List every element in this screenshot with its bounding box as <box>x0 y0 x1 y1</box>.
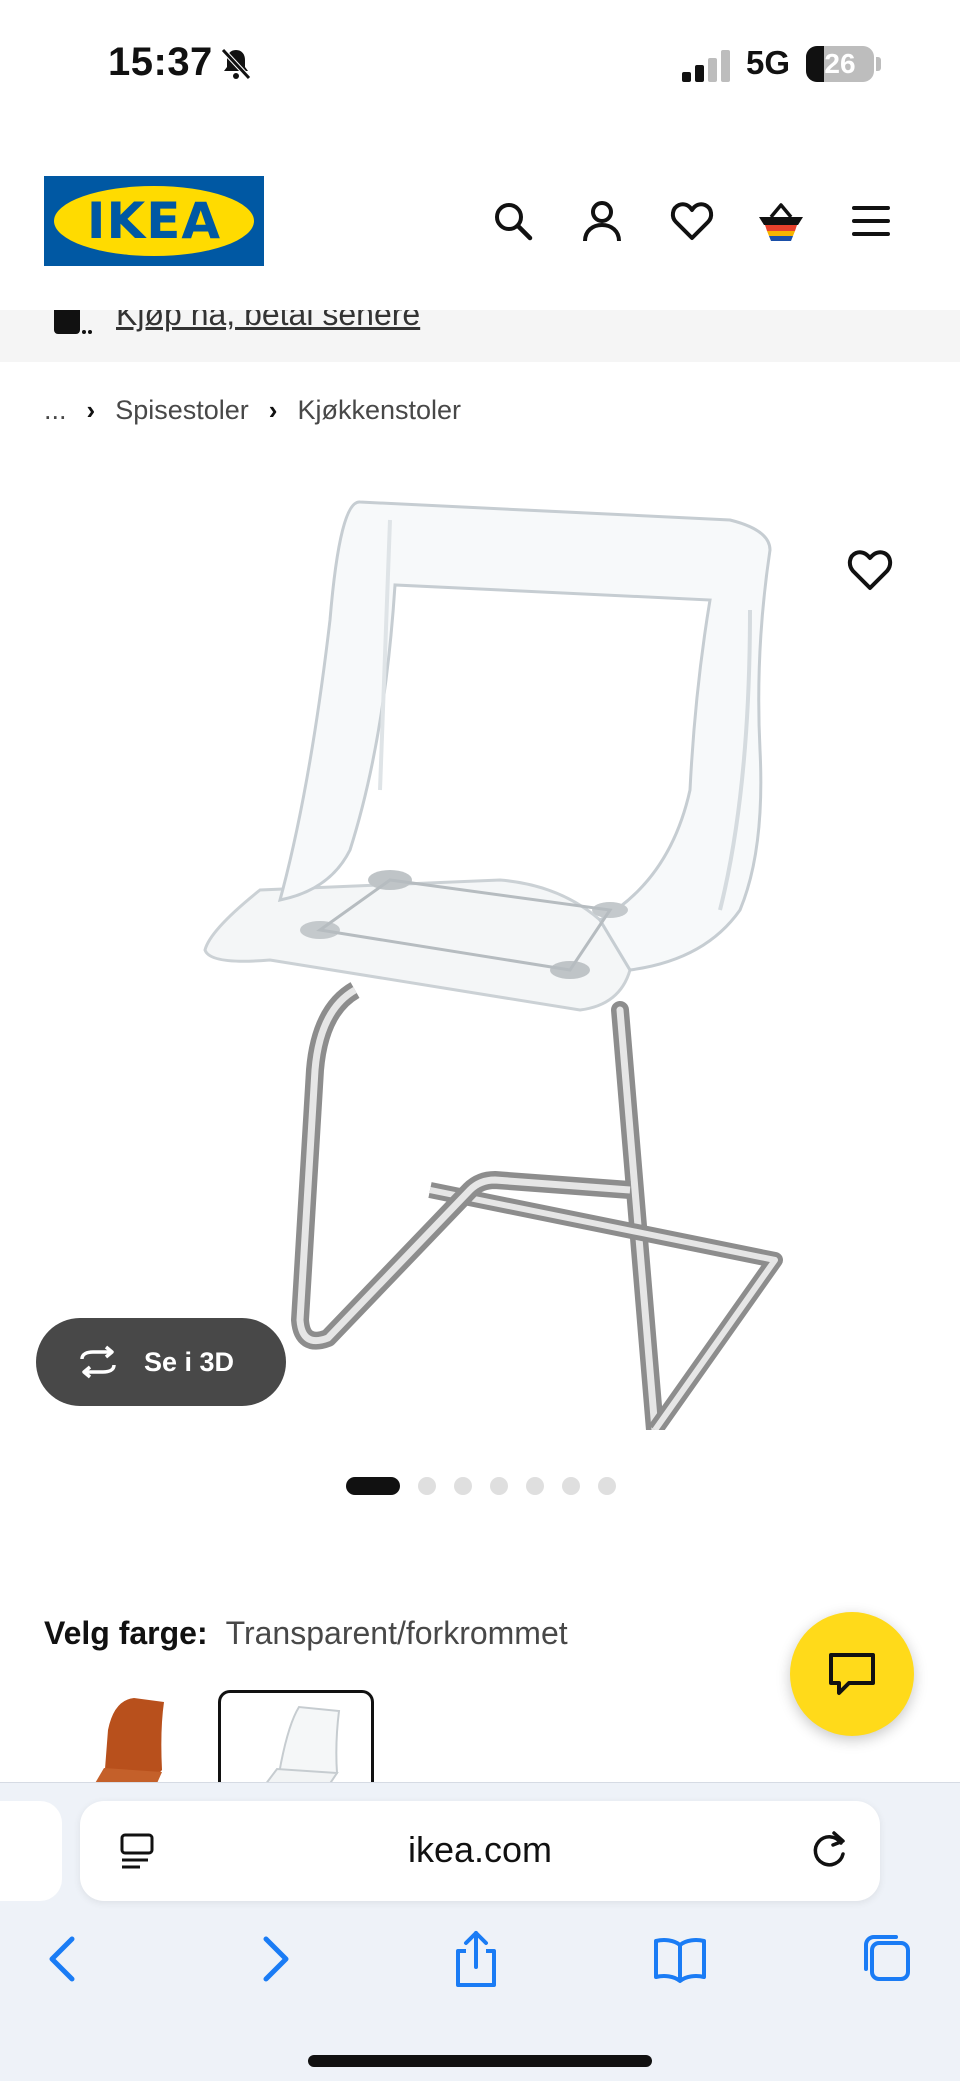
card-icon <box>54 310 92 334</box>
signal-icon <box>682 50 730 82</box>
status-bar: 15:37 5G 26 <box>0 0 960 130</box>
search-button[interactable] <box>488 196 538 246</box>
color-value: Transparent/forkrommet <box>225 1615 568 1651</box>
basket-icon <box>759 203 803 241</box>
account-icon <box>583 201 621 242</box>
rotate-3d-icon <box>80 1345 116 1379</box>
battery-icon: 26 <box>806 46 874 82</box>
color-selection: Velg farge: Transparent/forkrommet <box>44 1615 568 1652</box>
breadcrumb: ... › Spisestoler › Kjøkkenstoler <box>44 390 461 430</box>
url-text: ikea.com <box>407 1829 553 1870</box>
carousel-dot[interactable] <box>598 1477 616 1495</box>
share-icon[interactable] <box>446 1929 506 1989</box>
menu-icon <box>852 206 890 236</box>
view-in-3d-label: Se i 3D <box>144 1346 235 1377</box>
address-bar[interactable]: ikea.com <box>80 1801 880 1901</box>
site-header: IKEA <box>0 150 960 310</box>
network-label: 5G <box>746 44 791 81</box>
color-label: Velg farge: <box>44 1615 208 1651</box>
breadcrumb-ellipsis[interactable]: ... <box>44 395 67 426</box>
search-icon <box>495 203 533 241</box>
battery-level: 26 <box>824 48 856 79</box>
heart-icon <box>847 550 893 590</box>
image-carousel-dots <box>346 1477 634 1495</box>
menu-button[interactable] <box>846 196 896 246</box>
carousel-dot[interactable] <box>346 1477 400 1495</box>
back-icon[interactable] <box>34 1929 94 1989</box>
reload-icon[interactable] <box>808 1829 850 1871</box>
view-in-3d-button[interactable]: Se i 3D <box>36 1318 286 1406</box>
carousel-dot[interactable] <box>526 1477 544 1495</box>
favourites-button[interactable] <box>667 196 717 246</box>
bell-muted-icon <box>221 48 251 80</box>
heart-icon <box>670 202 714 240</box>
breadcrumb-item-kjokkenstoler[interactable]: Kjøkkenstoler <box>297 395 461 426</box>
bookmarks-icon[interactable] <box>650 1929 710 1989</box>
ikea-logo-text: IKEA <box>86 192 222 250</box>
ikea-logo[interactable]: IKEA <box>44 176 264 266</box>
chevron-right-icon: › <box>86 394 96 425</box>
previous-tab-preview[interactable] <box>0 1801 62 1901</box>
carousel-dot[interactable] <box>562 1477 580 1495</box>
basket-button[interactable] <box>756 196 806 246</box>
chevron-right-icon: › <box>268 394 278 425</box>
promo-banner: Kjøp nå, betal senere <box>0 310 960 362</box>
chat-button[interactable] <box>790 1612 914 1736</box>
browser-toolbar: ikea.com <box>0 1782 960 2081</box>
product-image[interactable] <box>150 490 800 1430</box>
promo-link[interactable]: Kjøp nå, betal senere <box>116 310 420 333</box>
ikea-logo-oval: IKEA <box>54 186 254 256</box>
forward-icon[interactable] <box>244 1929 304 1989</box>
chat-icon <box>829 1653 875 1695</box>
carousel-dot[interactable] <box>490 1477 508 1495</box>
battery-cap <box>876 57 881 71</box>
home-indicator[interactable] <box>308 2055 652 2067</box>
breadcrumb-item-spisestoler[interactable]: Spisestoler <box>115 395 249 426</box>
tabs-icon[interactable] <box>856 1929 916 1989</box>
status-time: 15:37 <box>108 40 213 84</box>
carousel-dot[interactable] <box>418 1477 436 1495</box>
add-to-favourites-button[interactable] <box>846 548 894 596</box>
account-button[interactable] <box>577 196 627 246</box>
carousel-dot[interactable] <box>454 1477 472 1495</box>
